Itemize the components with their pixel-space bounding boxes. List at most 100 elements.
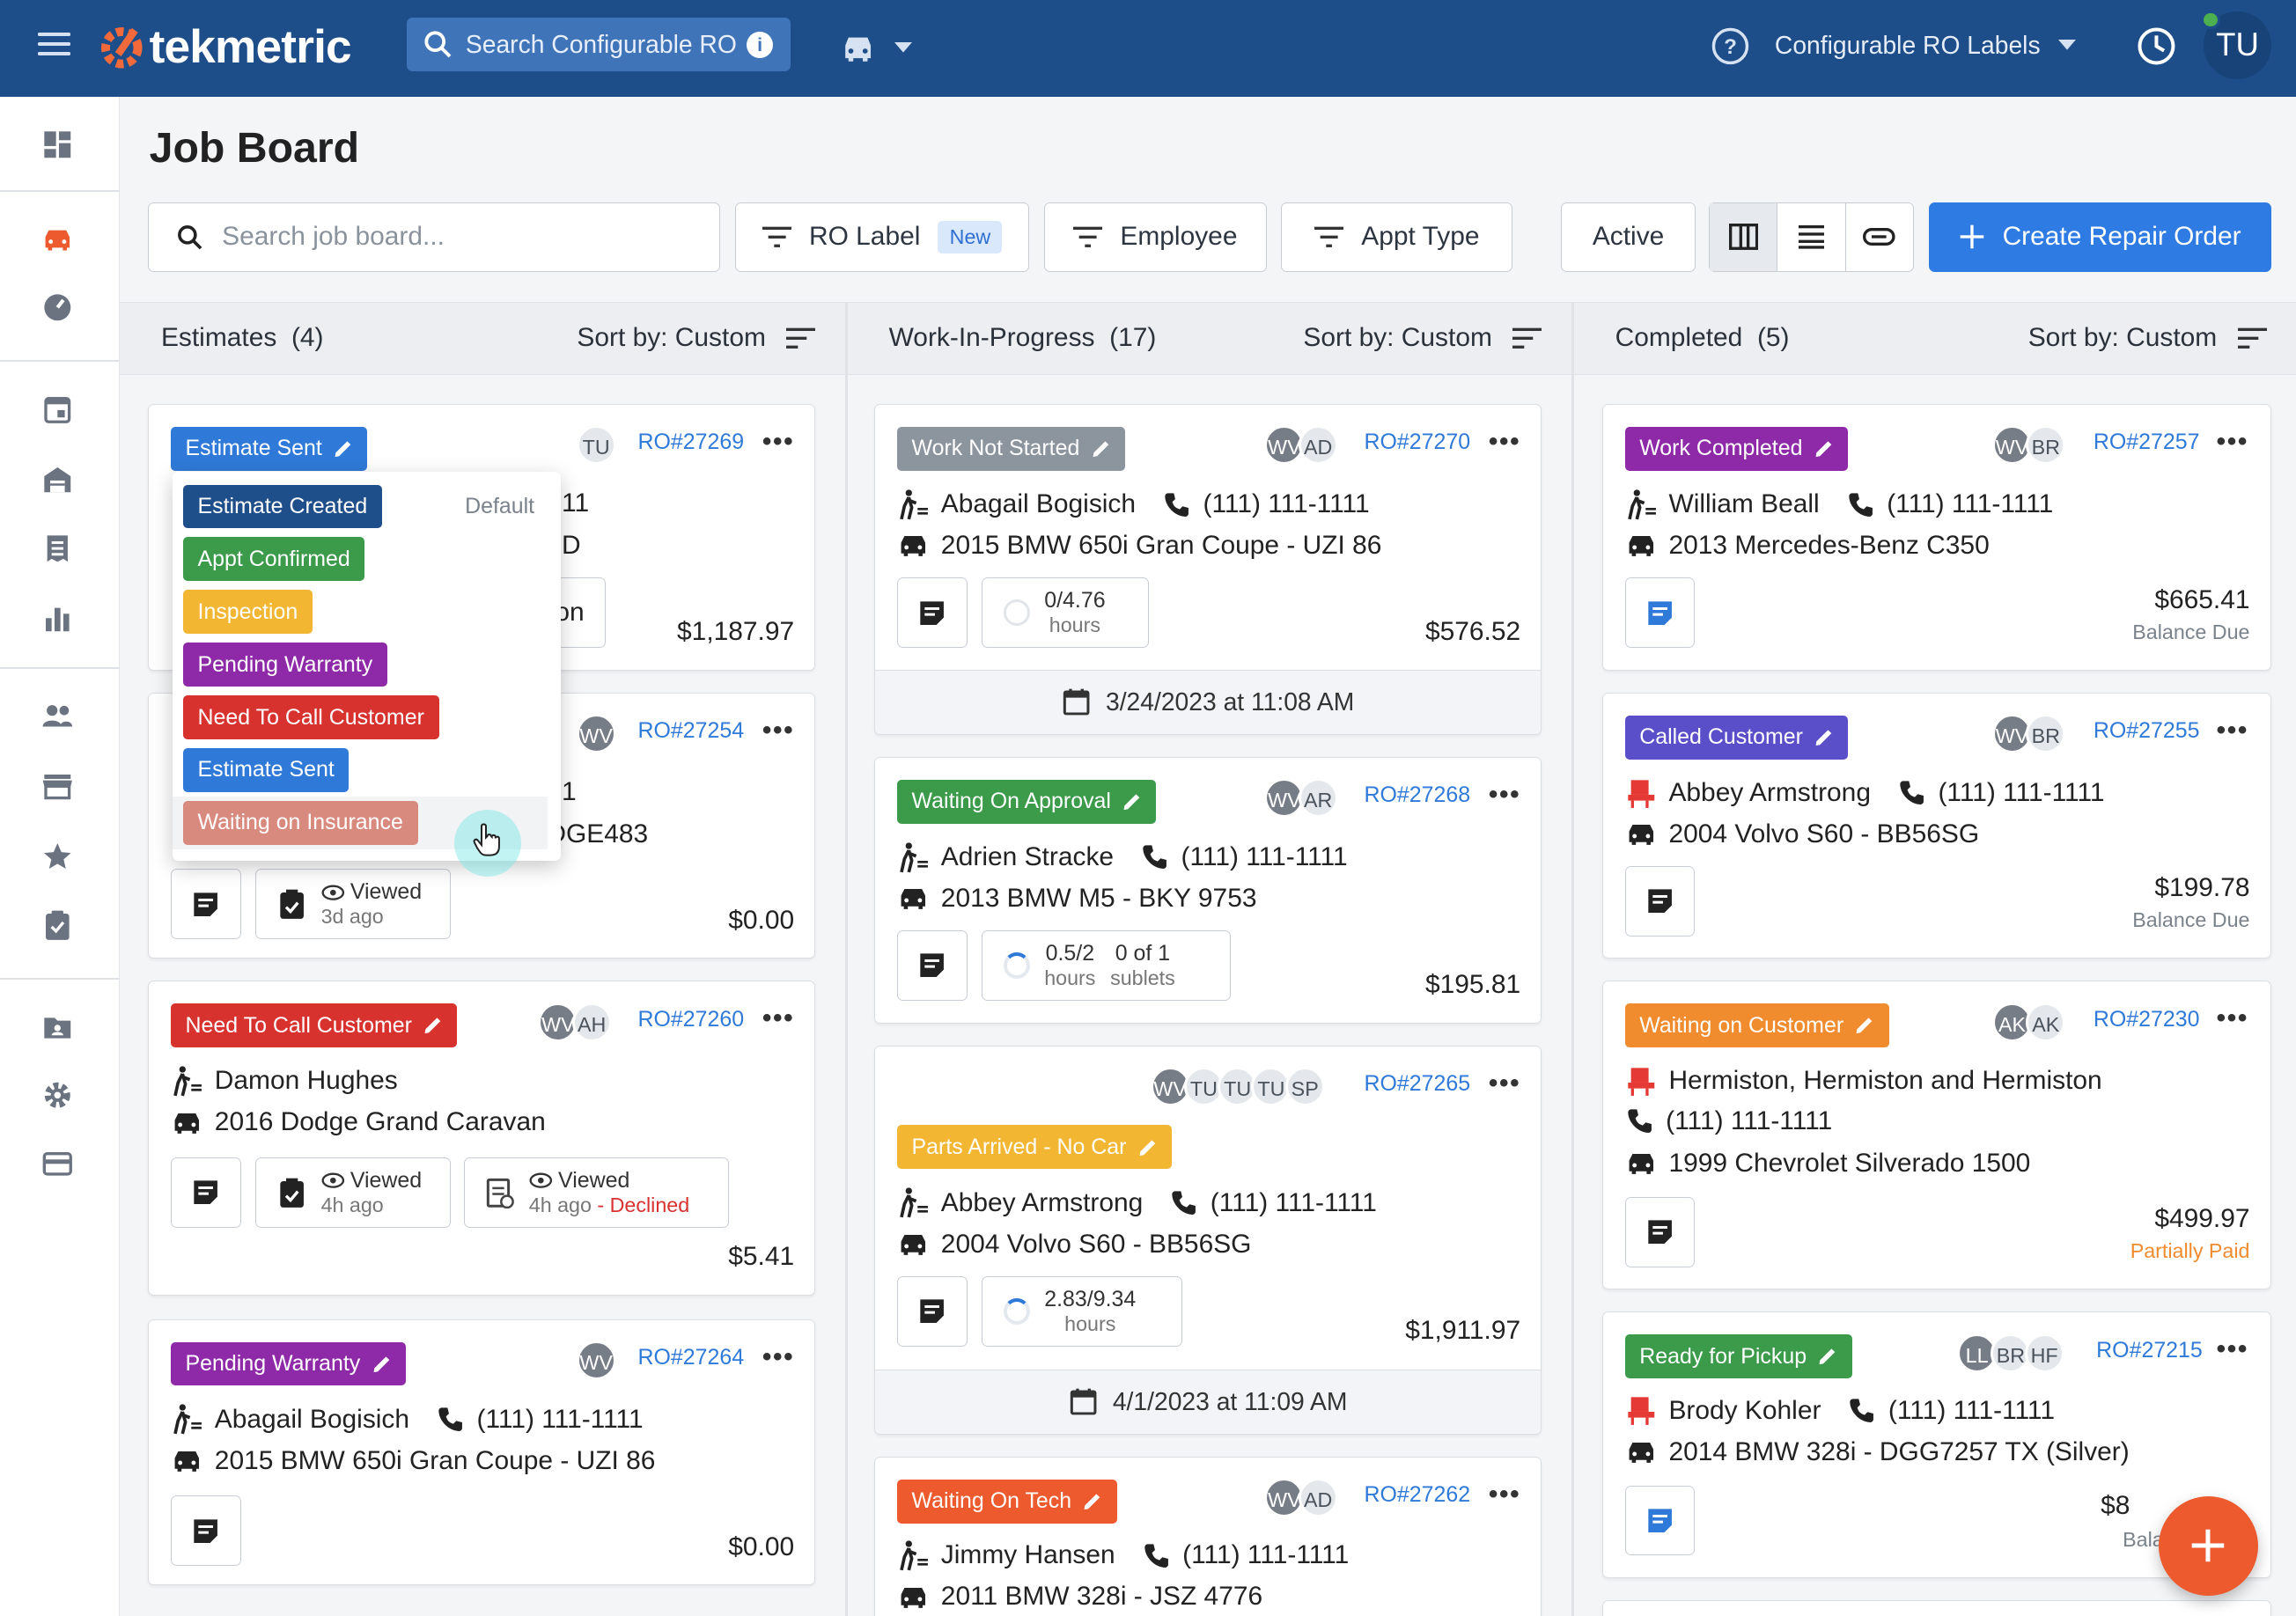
repair-order-card[interactable]: Work Not Started WV AD RO#27270 ••• Abaga… xyxy=(873,404,1542,735)
dropdown-item-estimate-created[interactable]: Estimate Created xyxy=(182,484,382,529)
pencil-icon[interactable] xyxy=(1855,1016,1874,1035)
repair-order-card[interactable]: WV TU TU TU SP RO#27265 ••• Parts Arrived - … xyxy=(873,1045,1542,1436)
pencil-icon[interactable] xyxy=(1092,439,1111,459)
ro-number-link[interactable]: RO#27230 xyxy=(2094,1007,2200,1032)
sort-button[interactable]: Sort by: Custom xyxy=(577,323,816,353)
vehicle-name[interactable]: 2014 BMW 328i - DGG7257 TX (Silver) xyxy=(1668,1437,2129,1467)
global-search-input[interactable]: Search Configurable RO L i xyxy=(407,17,791,72)
ro-number-link[interactable]: RO#27257 xyxy=(2094,430,2200,455)
customer-phone[interactable]: (111) 111-1111 xyxy=(1211,1188,1377,1218)
appt-type-filter-button[interactable]: Appt Type xyxy=(1281,202,1513,273)
more-options-icon[interactable]: ••• xyxy=(762,1003,794,1033)
customer-phone[interactable]: (111) 111-1111 xyxy=(1666,1106,1832,1136)
clock-icon[interactable] xyxy=(2137,26,2176,72)
customer-name[interactable]: Damon Hughes xyxy=(215,1066,398,1096)
vehicle-name[interactable]: 2015 BMW 650i Gran Coupe - UZI 86 xyxy=(215,1446,656,1476)
vehicle-name[interactable]: 2015 BMW 650i Gran Coupe - UZI 86 xyxy=(941,531,1382,561)
vehicle-menu-button[interactable] xyxy=(839,33,913,65)
estimate-viewed-button[interactable]: Viewed 4h ago - Declined xyxy=(463,1157,729,1228)
pencil-icon[interactable] xyxy=(334,439,353,459)
pencil-icon[interactable] xyxy=(1122,792,1142,812)
ro-label-chip[interactable]: Pending Warranty xyxy=(170,1341,406,1386)
labor-hours-progress[interactable]: 2.83/9.34 hours xyxy=(982,1275,1183,1347)
ro-label-chip[interactable]: Work Not Started xyxy=(896,427,1125,471)
pencil-icon[interactable] xyxy=(1814,728,1834,747)
ro-label-chip[interactable]: Estimate Sent xyxy=(170,427,368,471)
ro-number-link[interactable]: RO#27215 xyxy=(2096,1338,2203,1363)
contact-folder-icon[interactable] xyxy=(41,1010,74,1043)
repair-order-card[interactable]: Waiting On Tech WV AD RO#27262 ••• Jimmy … xyxy=(873,1456,1542,1616)
ro-number-link[interactable]: RO#27262 xyxy=(1365,1482,1471,1508)
more-options-icon[interactable]: ••• xyxy=(1489,780,1520,810)
repair-order-card[interactable]: Called Customer WV BR RO#27255 ••• Abbey … xyxy=(1601,692,2271,959)
customer-name[interactable]: William Beall xyxy=(1668,489,1819,519)
customer-phone[interactable]: (111) 111-1111 xyxy=(1203,489,1370,519)
customer-name[interactable]: Abbey Armstrong xyxy=(1668,778,1871,808)
pencil-icon[interactable] xyxy=(1138,1138,1158,1157)
notes-button[interactable] xyxy=(170,1495,241,1567)
dropdown-item-waiting-on-insurance[interactable]: Waiting on Insurance xyxy=(182,800,418,845)
sort-button[interactable]: Sort by: Custom xyxy=(2028,323,2267,353)
customer-phone[interactable]: (111) 111-1111 xyxy=(1181,842,1348,872)
ro-number-link[interactable]: RO#27265 xyxy=(1365,1071,1471,1097)
ro-label-chip[interactable]: Waiting On Tech xyxy=(896,1479,1117,1524)
clipboard-check-icon[interactable] xyxy=(41,909,74,942)
vehicle-name[interactable]: 2013 BMW M5 - BKY 9753 xyxy=(941,884,1257,914)
notes-button[interactable] xyxy=(1624,577,1696,649)
pencil-icon[interactable] xyxy=(372,1355,392,1374)
vehicle-name[interactable]: 2004 Volvo S60 - BB56SG xyxy=(1668,819,1979,849)
store-icon[interactable] xyxy=(41,770,74,803)
customer-name[interactable]: Abagail Bogisich xyxy=(215,1405,409,1435)
ro-number-link[interactable]: RO#27270 xyxy=(1365,430,1471,455)
ro-label-chip[interactable]: Waiting on Customer xyxy=(1624,1003,1889,1048)
ro-label-chip[interactable]: Need To Call Customer xyxy=(170,1003,458,1048)
customer-phone[interactable]: (111) 111-1111 xyxy=(1938,778,2104,808)
ro-label-chip[interactable]: Work Completed xyxy=(1624,427,1848,471)
vehicle-name[interactable]: 2016 Dodge Grand Caravan xyxy=(215,1107,546,1137)
more-options-icon[interactable]: ••• xyxy=(2217,1334,2248,1364)
more-options-icon[interactable]: ••• xyxy=(762,716,794,746)
repair-order-card[interactable]: Waiting on Customer AK AK RO#27230 ••• He… xyxy=(1601,981,2271,1290)
list-view-button[interactable] xyxy=(1777,202,1846,272)
more-options-icon[interactable]: ••• xyxy=(2217,1003,2248,1033)
dashboard-icon[interactable] xyxy=(41,129,74,161)
info-icon[interactable]: i xyxy=(747,31,774,58)
employee-filter-button[interactable]: Employee xyxy=(1043,202,1267,273)
tekmetric-logo[interactable]: tekmetric xyxy=(97,20,352,74)
quick-add-fab-button[interactable] xyxy=(2158,1495,2258,1596)
customer-name[interactable]: Abbey Armstrong xyxy=(941,1188,1144,1218)
customer-phone[interactable]: (111) 111-1111 xyxy=(477,1405,644,1435)
pencil-icon[interactable] xyxy=(1818,1347,1837,1366)
link-view-button[interactable] xyxy=(1846,203,1913,272)
dropdown-item-estimate-sent[interactable]: Estimate Sent xyxy=(182,747,350,792)
ro-number-link[interactable]: RO#27255 xyxy=(2094,718,2200,744)
notes-button[interactable] xyxy=(170,869,241,940)
customer-name[interactable]: Abagail Bogisich xyxy=(941,489,1136,519)
customer-phone[interactable]: (111) 111-1111 xyxy=(1887,489,2053,519)
labor-hours-progress[interactable]: 0/4.76 hours xyxy=(982,577,1149,649)
vehicle-name[interactable]: 1999 Chevrolet Silverado 1500 xyxy=(1668,1149,2030,1179)
dropdown-item-need-to-call-customer[interactable]: Need To Call Customer xyxy=(182,695,439,739)
ro-label-filter-button[interactable]: RO Label New xyxy=(734,202,1030,273)
pencil-icon[interactable] xyxy=(1814,439,1834,459)
receipt-icon[interactable] xyxy=(41,533,74,565)
ro-number-link[interactable]: RO#27268 xyxy=(1365,782,1471,808)
more-options-icon[interactable]: ••• xyxy=(1489,1480,1520,1509)
pencil-icon[interactable] xyxy=(423,1016,443,1035)
active-status-button[interactable]: Active xyxy=(1561,202,1696,273)
settings-gear-icon[interactable] xyxy=(41,1079,74,1112)
speedometer-icon[interactable] xyxy=(41,291,74,324)
more-options-icon[interactable]: ••• xyxy=(2217,716,2248,746)
star-icon[interactable] xyxy=(41,841,74,873)
notes-button[interactable] xyxy=(896,1275,968,1347)
more-options-icon[interactable]: ••• xyxy=(2217,427,2248,457)
dropdown-item-inspection[interactable]: Inspection xyxy=(182,590,313,635)
vehicle-name[interactable]: 2013 Mercedes-Benz C350 xyxy=(1668,531,1989,561)
pencil-icon[interactable] xyxy=(1083,1492,1102,1511)
shop-selector[interactable]: Configurable RO Labels xyxy=(1775,31,2076,60)
customer-name[interactable]: Brody Kohler xyxy=(1668,1396,1821,1426)
ro-number-link[interactable]: RO#27260 xyxy=(638,1007,745,1032)
help-icon[interactable]: ? xyxy=(1711,26,1750,72)
labor-hours-progress[interactable]: 0.5/2 hours 0 of 1 sublets xyxy=(982,930,1232,1002)
board-view-button[interactable] xyxy=(1710,202,1778,272)
